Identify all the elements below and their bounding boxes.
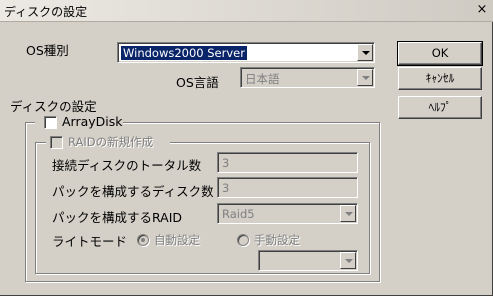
raid-new-label: RAIDの新規作成 [68,135,154,149]
raid-new-checkbox[interactable] [50,136,63,149]
pack-raid-select[interactable]: Raid5 [217,203,358,224]
pack-disks-value: 3 [222,181,230,195]
total-disks-field[interactable]: 3 [217,152,358,173]
total-disks-label: 接続ディスクのトータル数 [52,158,202,173]
os-type-label: OS種別 [26,43,69,58]
arraydisk-label: ArrayDisk [62,114,123,129]
os-type-select[interactable]: Windows2000 Server [117,42,375,63]
write-mode-auto-label: 自動設定 [154,233,200,247]
close-icon[interactable]: × [475,3,489,17]
total-disks-value: 3 [222,156,230,170]
chevron-down-icon[interactable] [340,205,356,222]
os-language-select[interactable]: 日本語 [240,67,375,88]
write-mode-manual-select[interactable] [258,250,358,271]
chevron-down-icon[interactable] [357,44,373,61]
disk-settings-label: ディスクの設定 [10,99,97,114]
os-language-label: OS言語 [176,75,219,90]
write-mode-label: ライトモード [52,234,128,249]
pack-disks-field[interactable]: 3 [217,177,358,198]
cancel-button[interactable]: ｷｬﾝｾﾙ [398,67,482,90]
arraydisk-checkbox[interactable] [44,116,57,129]
chevron-down-icon[interactable] [340,252,356,269]
os-type-value: Windows2000 Server [121,46,247,60]
pack-raid-label: パックを構成するRAID [52,210,183,225]
help-button[interactable]: ﾍﾙﾌﾟ [398,96,482,119]
chevron-down-icon[interactable] [357,69,373,86]
write-mode-manual-radio[interactable] [237,234,249,246]
dialog-title: ディスクの設定 [4,5,88,19]
pack-disks-label: パックを構成するディスク数 [52,184,214,199]
write-mode-auto-radio[interactable] [137,234,149,246]
disk-settings-dialog: ディスクの設定 × OS種別 Windows2000 Server OS言語 日… [0,0,493,296]
ok-button[interactable]: OK [397,41,483,66]
write-mode-manual-label: 手動設定 [254,233,300,247]
pack-raid-value: Raid5 [222,207,255,221]
title-bar: ディスクの設定 × [0,0,493,22]
os-language-value: 日本語 [245,72,280,86]
